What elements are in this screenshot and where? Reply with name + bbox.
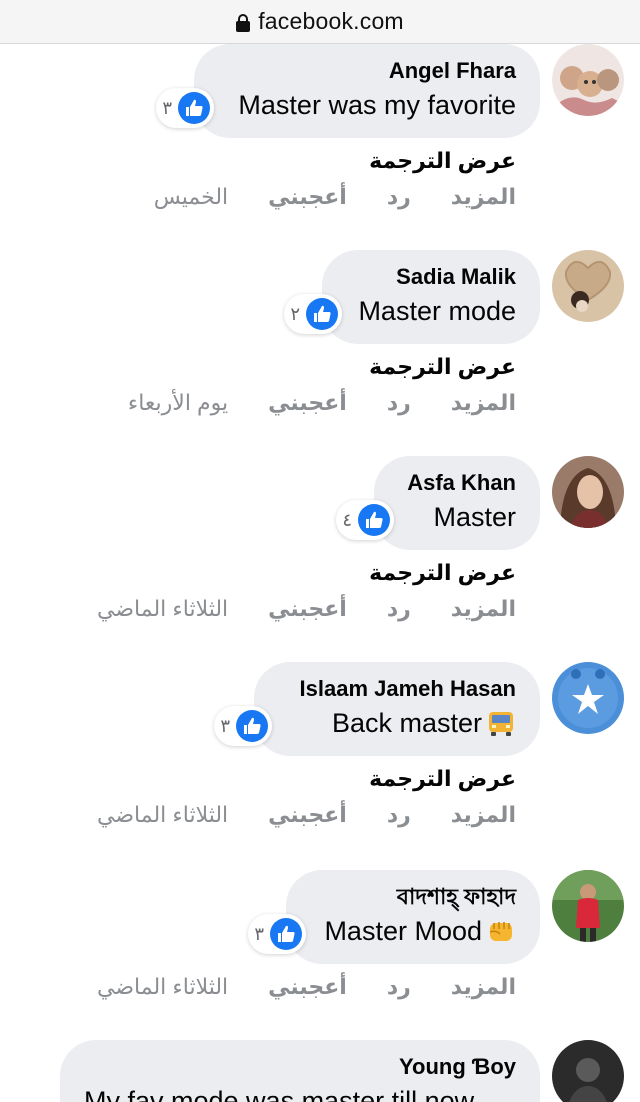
browser-url-bar[interactable]: facebook.com [0, 0, 640, 44]
more-button[interactable]: المزيد [451, 184, 516, 210]
comment-text-content: Master Mood [324, 916, 482, 946]
comment-text-content: Master was my favorite [238, 90, 516, 120]
reply-button[interactable]: رد [387, 802, 411, 828]
comment-text: Master was my favorite [218, 86, 516, 124]
url-text: facebook.com [258, 8, 404, 34]
comment-author[interactable]: Asfa Khan [398, 468, 516, 498]
reaction-badge[interactable]: ٣ [214, 706, 272, 746]
comment-bubble: Asfa Khan Master [374, 456, 540, 550]
avatar[interactable] [552, 870, 624, 942]
comment-bubble: বাদশাহ্ ফাহাদ Master Mood [286, 870, 540, 964]
comment-author[interactable]: Islaam Jameh Hasan [278, 674, 516, 704]
comment-text-content: My fav mode was master till now [84, 1086, 475, 1102]
comment-bubble: Islaam Jameh Hasan Back master [254, 662, 540, 756]
more-button[interactable]: المزيد [451, 974, 516, 1000]
see-translation-link[interactable]: عرض الترجمة [369, 560, 516, 586]
like-button[interactable]: أعجبني [268, 596, 347, 622]
comment-author[interactable]: Angel Fhara [218, 56, 516, 86]
reply-button[interactable]: رد [387, 184, 411, 210]
comment-text-content: Back master [331, 708, 482, 738]
comment-timestamp[interactable]: الخميس [154, 184, 228, 210]
reply-button[interactable]: رد [387, 596, 411, 622]
reaction-badge[interactable]: ٣ [248, 914, 306, 954]
comment-text-content: Master [433, 502, 516, 532]
more-button[interactable]: المزيد [451, 802, 516, 828]
comment-text-content: Master mode [358, 296, 516, 326]
thumbs-up-icon [358, 504, 390, 536]
comment-actions: الثلاثاء الماضي أعجبني رد المزيد [97, 974, 516, 1000]
avatar[interactable] [552, 1040, 624, 1102]
reply-button[interactable]: رد [387, 974, 411, 1000]
lock-icon [236, 13, 251, 32]
avatar[interactable] [552, 250, 624, 322]
comment-bubble: Angel Fhara Master was my favorite [194, 44, 540, 138]
comment-bubble: Young Ɓoy My fav mode was master till no… [60, 1040, 540, 1102]
comment-text: My fav mode was master till now [84, 1082, 516, 1102]
comment-actions: الثلاثاء الماضي أعجبني رد المزيد [97, 596, 516, 622]
comment-text: Master [398, 498, 516, 536]
see-translation-link[interactable]: عرض الترجمة [369, 354, 516, 380]
comment-actions: الخميس أعجبني رد المزيد [154, 184, 516, 210]
comment-bubble: Sadia Malik Master mode [322, 250, 540, 344]
comment-actions: الثلاثاء الماضي أعجبني رد المزيد [97, 802, 516, 828]
comment-timestamp[interactable]: الثلاثاء الماضي [97, 974, 228, 1000]
avatar[interactable] [552, 44, 624, 116]
reaction-badge[interactable]: ٤ [336, 500, 394, 540]
more-button[interactable]: المزيد [451, 390, 516, 416]
like-button[interactable]: أعجبني [268, 802, 347, 828]
comment-text: Master mode [346, 292, 516, 330]
thumbs-up-icon [178, 92, 210, 124]
reaction-count: ٢ [290, 303, 300, 324]
thumbs-up-icon [236, 710, 268, 742]
thumbs-up-icon [306, 298, 338, 330]
comment-timestamp[interactable]: الثلاثاء الماضي [97, 802, 228, 828]
see-translation-link[interactable]: عرض الترجمة [369, 148, 516, 174]
like-button[interactable]: أعجبني [268, 184, 347, 210]
like-button[interactable]: أعجبني [268, 390, 347, 416]
comment-text: Back master [278, 704, 516, 742]
reaction-badge[interactable]: ٣ [156, 88, 214, 128]
bus-emoji-icon [486, 708, 516, 738]
avatar[interactable] [552, 456, 624, 528]
comment-author[interactable]: বাদশাহ্ ফাহাদ [310, 882, 516, 912]
reaction-count: ٣ [162, 97, 172, 118]
reply-button[interactable]: رد [387, 390, 411, 416]
see-translation-link[interactable]: عرض الترجمة [369, 766, 516, 792]
reaction-count: ٣ [220, 715, 230, 736]
reaction-badge[interactable]: ٢ [284, 294, 342, 334]
comment-timestamp[interactable]: الثلاثاء الماضي [97, 596, 228, 622]
comment-actions: يوم الأربعاء أعجبني رد المزيد [128, 390, 516, 416]
comment-timestamp[interactable]: يوم الأربعاء [128, 390, 228, 416]
like-button[interactable]: أعجبني [268, 974, 347, 1000]
comment-author[interactable]: Sadia Malik [346, 262, 516, 292]
comment-author[interactable]: Young Ɓoy [84, 1052, 516, 1082]
reaction-count: ٤ [342, 509, 352, 530]
avatar[interactable] [552, 662, 624, 734]
reaction-count: ٣ [254, 923, 264, 944]
thumbs-up-icon [270, 918, 302, 950]
fist-emoji-icon [486, 916, 516, 946]
more-button[interactable]: المزيد [451, 596, 516, 622]
comment-text: Master Mood [310, 912, 516, 950]
